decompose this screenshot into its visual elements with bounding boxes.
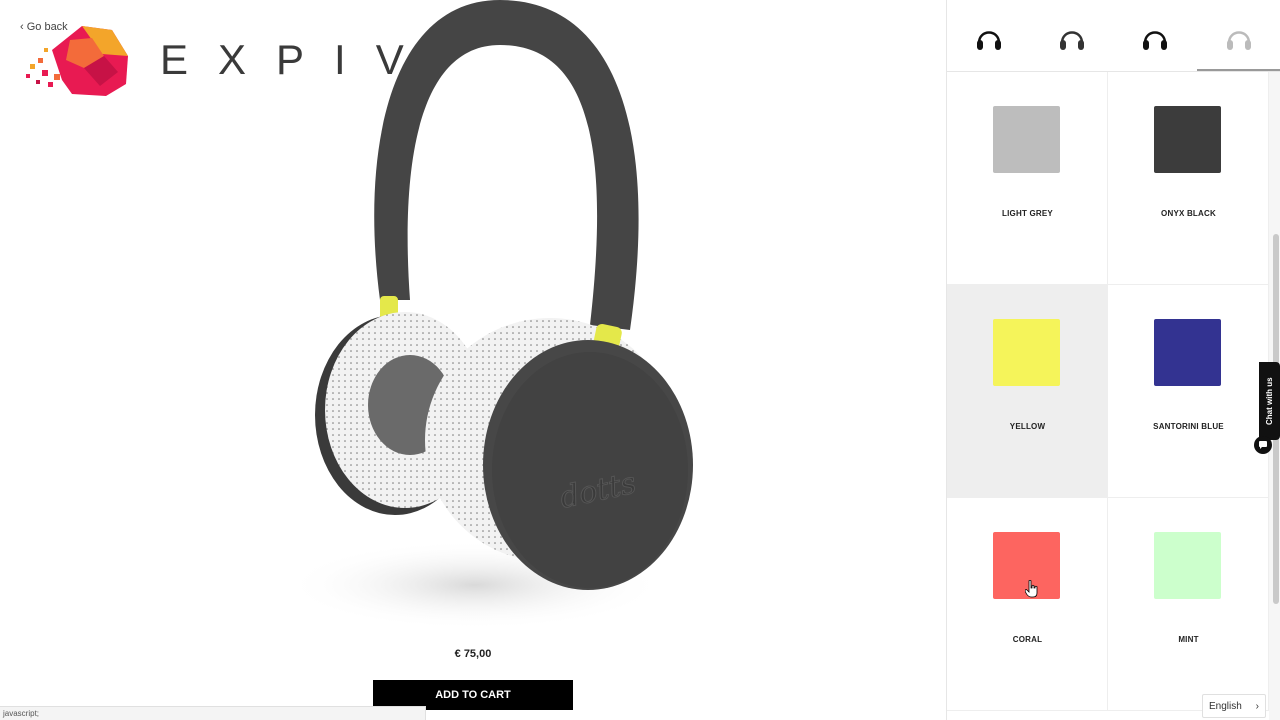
color-option-light-grey[interactable]: LIGHT GREY [947,72,1108,285]
browser-status-bar: javascript; [0,706,426,720]
headphone-thumb-4[interactable] [1219,18,1259,58]
color-grid: LIGHT GREY ONYX BLACK YELLOW SANTORINI B… [947,72,1269,720]
color-swatch [1154,106,1221,173]
headphone-thumb-3[interactable] [1135,18,1175,58]
chevron-right-icon: › [1255,700,1259,712]
color-swatch [993,319,1060,386]
hand-cursor-icon [1025,580,1038,598]
color-option-yellow[interactable]: YELLOW [947,285,1108,498]
headphone-thumb-1[interactable] [969,18,1009,58]
headphone-thumb-2[interactable] [1052,18,1092,58]
headphone-icon [1143,31,1167,50]
headphone-icon [1227,31,1251,50]
color-option-onyx-black[interactable]: ONYX BLACK [1108,72,1269,285]
color-label: YELLOW [1009,422,1046,431]
color-option-coral[interactable]: CORAL [947,498,1108,711]
headphone-3d-model[interactable]: dotts [300,0,700,640]
chat-bubble-icon[interactable] [1254,436,1272,454]
headphone-icon [977,31,1001,50]
model-thumbnails [947,0,1280,72]
options-panel: LIGHT GREY ONYX BLACK YELLOW SANTORINI B… [946,0,1280,720]
color-label: ONYX BLACK [1161,209,1216,218]
language-selector[interactable]: English › [1202,694,1266,718]
product-price: € 75,00 [454,648,492,660]
color-swatch [993,106,1060,173]
configurator-page: ‹ Go back EXPIVI dotts € 75,00 ADD TO CA… [0,0,1280,720]
color-option-santorini-blue[interactable]: SANTORINI BLUE [1108,285,1269,498]
color-label: CORAL [1012,635,1043,644]
color-label: LIGHT GREY [1002,209,1053,218]
color-swatch [1154,532,1221,599]
color-swatch [1154,319,1221,386]
product-viewer[interactable]: ‹ Go back EXPIVI dotts € 75,00 ADD TO CA… [0,0,946,720]
go-back-link[interactable]: ‹ Go back [20,21,68,33]
color-label: SANTORINI BLUE [1153,422,1224,431]
color-label: MINT [1178,635,1199,644]
language-label: English [1209,700,1242,712]
active-thumb-indicator [1197,69,1280,71]
headphone-icon [1060,31,1084,50]
chat-with-us-tab[interactable]: Chat with us [1259,362,1280,440]
color-option-mint[interactable]: MINT [1108,498,1269,711]
